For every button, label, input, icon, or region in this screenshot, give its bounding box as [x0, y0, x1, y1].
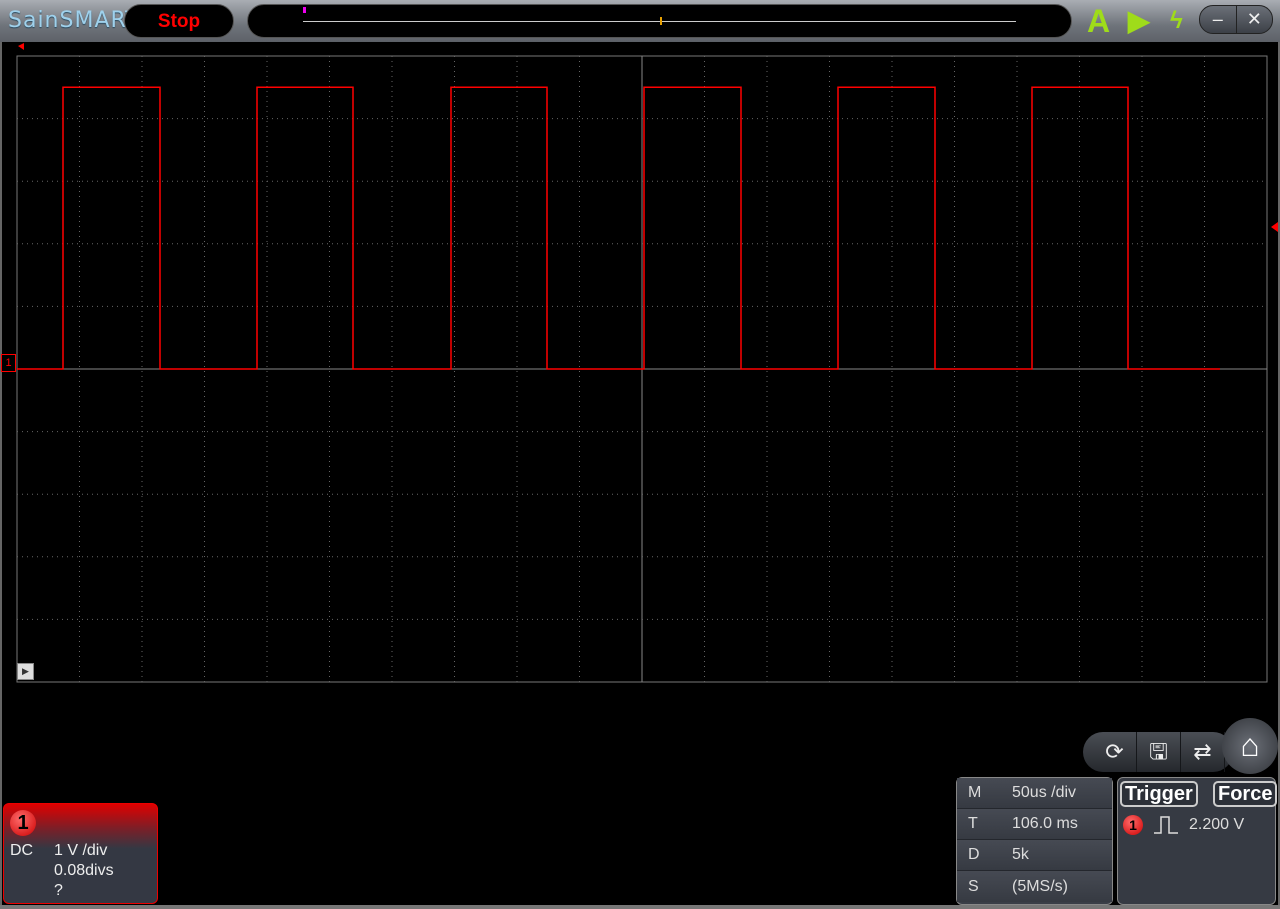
minimize-button[interactable]: – [1200, 6, 1237, 33]
probe: ? [54, 882, 63, 899]
label: M [968, 784, 982, 801]
title-bar: SainSMART Stop A ▶ ϟ – ✕ [0, 0, 1280, 42]
channel-1-level-marker[interactable]: 1 [1, 354, 16, 372]
trigger-time-row[interactable]: T 106.0 ms [957, 809, 1112, 840]
volts-per-div: 1 V /div [54, 842, 108, 859]
status-bar [0, 905, 1280, 909]
sainsmart-logo: SainSMART [8, 8, 140, 33]
horizontal-settings-panel: M 50us /div T 106.0 ms D 5k S (5MS/s) [956, 777, 1113, 905]
expand-icon[interactable]: ▶ [17, 663, 34, 680]
home-icon[interactable]: ⌂ [1222, 718, 1278, 774]
depth-row[interactable]: D 5k [957, 840, 1112, 871]
run-stop-button[interactable]: Stop [124, 4, 234, 38]
run-icon[interactable]: ▶ [1128, 4, 1150, 38]
trigger-position-marker [660, 17, 662, 25]
label: D [968, 846, 980, 863]
scope-display[interactable] [0, 42, 1280, 692]
channel-badge: 1 [10, 810, 36, 836]
trigger-channel-badge: 1 [1123, 815, 1143, 835]
timebase-row[interactable]: M 50us /div [957, 778, 1112, 809]
trigger-settings[interactable]: 1 2.200 V [1123, 815, 1244, 835]
coupling: DC [10, 842, 34, 859]
save-icon[interactable]: 🖫 [1137, 732, 1181, 772]
view-position-marker[interactable] [303, 7, 306, 13]
samplerate-value: (5MS/s) [1012, 877, 1068, 895]
switch-window-icon[interactable]: ⇄ [1181, 732, 1225, 772]
label: S [968, 877, 979, 895]
auto-icon[interactable]: A [1087, 4, 1110, 38]
force-button[interactable]: Force [1213, 781, 1278, 807]
trigger-position-arrow [18, 43, 24, 50]
trigger-button[interactable]: Trigger [1120, 781, 1198, 807]
trigger-level-arrow [1271, 222, 1278, 232]
trigger-panel: Trigger Force 1 2.200 V [1117, 777, 1278, 905]
channel-1-panel[interactable]: 1 DC 1 V /div 0.08divs ? [3, 803, 158, 904]
window-controls: – ✕ [1199, 5, 1273, 34]
samplerate-row[interactable]: S (5MS/s) [957, 871, 1112, 902]
memory-position-bar[interactable] [247, 4, 1072, 38]
label: T [968, 815, 978, 832]
timebase-value: 50us /div [1012, 784, 1077, 801]
auto-set-icon[interactable]: ⟳ [1093, 732, 1137, 772]
toolbar: ⟳ 🖫 ⇄ [1083, 732, 1233, 772]
depth-value: 5k [1012, 846, 1029, 863]
rising-edge-icon [1154, 816, 1178, 834]
close-button[interactable]: ✕ [1237, 6, 1273, 33]
trigger-time-value: 106.0 ms [1012, 815, 1078, 832]
single-trigger-icon[interactable]: ϟ [1170, 4, 1183, 38]
trigger-level: 2.200 V [1189, 816, 1245, 833]
offset: 0.08divs [54, 862, 114, 879]
